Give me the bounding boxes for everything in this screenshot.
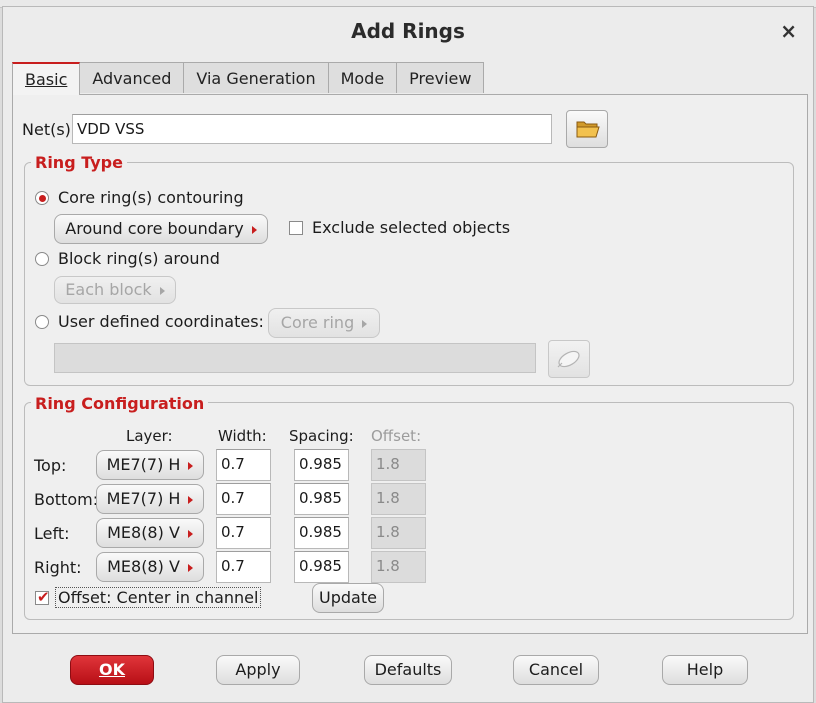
left-layer-label: ME8(8) V (107, 523, 180, 542)
top-layer-menu[interactable]: ME7(7) H (96, 450, 204, 480)
right-layer-menu[interactable]: ME8(8) V (96, 552, 204, 582)
tab-preview-label: Preview (409, 69, 472, 88)
core-ring-menu[interactable]: Core ring (268, 308, 380, 338)
menu-arrow-icon (187, 529, 193, 538)
bottom-spacing-input[interactable]: 0.985 (294, 483, 349, 515)
user-coordinates-label: User defined coordinates: (58, 312, 264, 331)
menu-arrow-icon (159, 286, 165, 295)
offset-center-label: Offset: Center in channel (55, 587, 262, 608)
bottom-layer-menu[interactable]: ME7(7) H (96, 484, 204, 514)
checkmark-icon: ✔ (37, 588, 50, 606)
core-ring-radio[interactable] (35, 191, 49, 205)
right-offset-input[interactable]: 1.8 (371, 551, 426, 583)
ring-configuration-legend: Ring Configuration (31, 394, 209, 413)
bottom-side-label: Bottom: (34, 490, 99, 509)
top-width-input[interactable]: 0.7 (216, 449, 271, 481)
spacing-column-header: Spacing: (289, 427, 354, 445)
update-button[interactable]: Update (312, 583, 384, 613)
left-width-input[interactable]: 0.7 (216, 517, 271, 549)
tab-via-generation-label: Via Generation (196, 69, 316, 88)
ring-type-legend: Ring Type (31, 153, 127, 172)
nets-input[interactable]: VDD VSS (72, 114, 552, 144)
defaults-button[interactable]: Defaults (364, 655, 452, 685)
folder-icon (576, 121, 600, 138)
exclude-selected-checkbox[interactable] (289, 221, 303, 235)
menu-arrow-icon (188, 495, 194, 504)
title-bar: Add Rings × (3, 7, 813, 55)
tab-basic[interactable]: Basic (12, 62, 81, 95)
tab-mode-label: Mode (340, 69, 385, 88)
tab-bar: Basic Advanced Via Generation Mode Previ… (12, 62, 485, 95)
help-label: Help (686, 660, 724, 679)
layer-column-header: Layer: (126, 427, 173, 445)
around-core-boundary-label: Around core boundary (65, 219, 244, 238)
offset-center-checkbox[interactable]: ✔ (35, 588, 50, 606)
menu-arrow-icon (187, 563, 193, 572)
apply-button[interactable]: Apply (216, 655, 300, 685)
browse-nets-button[interactable] (566, 110, 608, 148)
right-layer-label: ME8(8) V (107, 557, 180, 576)
draw-coordinates-button[interactable] (548, 340, 590, 378)
cancel-label: Cancel (528, 660, 584, 679)
exclude-selected-label: Exclude selected objects (312, 218, 511, 237)
ok-label: OK (99, 660, 125, 679)
left-spacing-input[interactable]: 0.985 (294, 517, 349, 549)
core-ring-menu-label: Core ring (280, 313, 355, 332)
bottom-offset-input[interactable]: 1.8 (371, 483, 426, 515)
cancel-button[interactable]: Cancel (513, 655, 599, 685)
left-side-label: Left: (34, 524, 70, 543)
block-ring-label: Block ring(s) around (58, 249, 220, 268)
menu-arrow-icon (188, 461, 194, 470)
tab-preview[interactable]: Preview (396, 62, 485, 93)
tab-basic-label: Basic (25, 70, 68, 89)
top-layer-label: ME7(7) H (106, 455, 181, 474)
tab-mode[interactable]: Mode (327, 62, 398, 93)
bottom-width-input[interactable]: 0.7 (216, 483, 271, 515)
left-offset-input[interactable]: 1.8 (371, 517, 426, 549)
offset-column-header: Offset: (371, 427, 422, 445)
around-core-boundary-menu[interactable]: Around core boundary (54, 214, 268, 244)
defaults-label: Defaults (374, 660, 442, 679)
close-icon[interactable]: × (780, 19, 797, 43)
right-spacing-input[interactable]: 0.985 (294, 551, 349, 583)
right-width-input[interactable]: 0.7 (216, 551, 271, 583)
dialog-title: Add Rings (351, 19, 465, 43)
user-coordinates-radio[interactable] (35, 315, 49, 329)
mouse-icon (557, 350, 580, 368)
tab-via-generation[interactable]: Via Generation (183, 62, 329, 93)
tab-advanced[interactable]: Advanced (79, 62, 185, 93)
right-side-label: Right: (34, 558, 82, 577)
core-ring-label: Core ring(s) contouring (58, 188, 244, 207)
tab-advanced-label: Advanced (92, 69, 172, 88)
apply-label: Apply (235, 660, 281, 679)
width-column-header: Width: (218, 427, 267, 445)
menu-arrow-icon (251, 225, 257, 234)
block-ring-radio[interactable] (35, 252, 49, 266)
left-layer-menu[interactable]: ME8(8) V (96, 518, 204, 548)
menu-arrow-icon (362, 319, 368, 328)
ok-button[interactable]: OK (70, 655, 154, 685)
top-offset-input[interactable]: 1.8 (371, 449, 426, 481)
user-coordinates-input[interactable] (54, 343, 536, 373)
top-side-label: Top: (34, 456, 67, 475)
bottom-layer-label: ME7(7) H (106, 489, 181, 508)
top-spacing-input[interactable]: 0.985 (294, 449, 349, 481)
nets-label: Net(s): (22, 120, 77, 139)
each-block-label: Each block (65, 280, 152, 299)
each-block-menu[interactable]: Each block (54, 276, 176, 304)
help-button[interactable]: Help (662, 655, 748, 685)
